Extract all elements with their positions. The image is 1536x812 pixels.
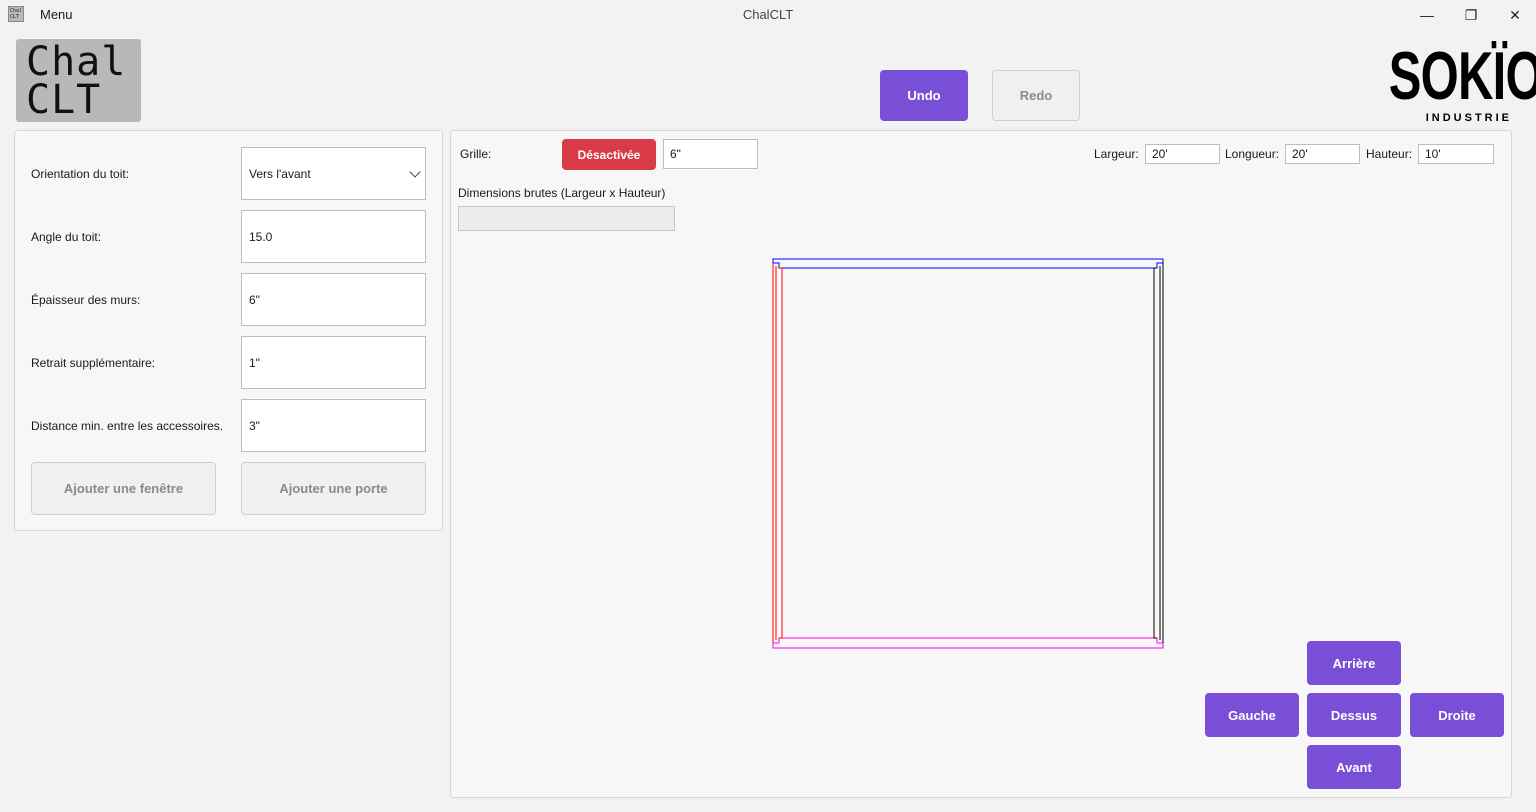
add-door-button[interactable]: Ajouter une porte: [241, 462, 426, 515]
left-wall[interactable]: [772, 263, 783, 643]
settings-panel: Orientation du toit: Vers l'avant Angle …: [14, 130, 443, 531]
title-bar: Chal CLT Menu ChalCLT — ❐ ✕: [0, 0, 1536, 30]
minimize-icon[interactable]: —: [1404, 0, 1450, 30]
view-top-button[interactable]: Dessus: [1307, 693, 1401, 737]
close-icon[interactable]: ✕: [1492, 0, 1536, 30]
view-back-button[interactable]: Arrière: [1307, 641, 1401, 685]
view-right-button[interactable]: Droite: [1410, 693, 1504, 737]
menu-button[interactable]: Menu: [40, 7, 73, 22]
min-distance-input[interactable]: 3": [241, 399, 426, 452]
redo-button[interactable]: Redo: [992, 70, 1080, 121]
length-input[interactable]: 20': [1285, 144, 1360, 164]
raw-dimensions-field[interactable]: [458, 206, 675, 231]
front-wall[interactable]: [772, 637, 1164, 649]
height-input[interactable]: 10': [1418, 144, 1494, 164]
sokio-subtitle: INDUSTRIE: [1425, 112, 1512, 124]
chalclt-logo: Chal CLT: [16, 39, 141, 122]
roof-orientation-label: Orientation du toit:: [31, 167, 130, 181]
back-wall[interactable]: [772, 258, 1164, 269]
main-panel: Grille: Désactivée 6" Largeur: 20' Longu…: [450, 130, 1512, 798]
right-wall[interactable]: [1153, 263, 1164, 643]
grid-size-input[interactable]: 6": [663, 139, 758, 169]
roof-angle-label: Angle du toit:: [31, 230, 102, 244]
grid-toggle-button[interactable]: Désactivée: [562, 139, 656, 170]
floor-plan-canvas[interactable]: [771, 257, 1167, 651]
sokio-wordmark: SOKÏO: [1388, 38, 1536, 114]
add-window-button[interactable]: Ajouter une fenêtre: [31, 462, 216, 515]
extra-offset-input[interactable]: 1": [241, 336, 426, 389]
logo-line-1: Chal: [26, 39, 127, 85]
logo-line-2: CLT: [26, 77, 102, 122]
roof-orientation-select[interactable]: Vers l'avant: [241, 147, 426, 200]
wall-thickness-label: Épaisseur des murs:: [31, 293, 141, 307]
wall-thickness-input[interactable]: 6": [241, 273, 426, 326]
width-input[interactable]: 20': [1145, 144, 1220, 164]
extra-offset-label: Retrait supplémentaire:: [31, 356, 156, 370]
min-distance-label: Distance min. entre les accessoires.: [31, 419, 224, 433]
sokio-logo: SOKÏO INDUSTRIE: [1368, 38, 1536, 126]
maximize-icon[interactable]: ❐: [1448, 0, 1494, 30]
view-left-button[interactable]: Gauche: [1205, 693, 1299, 737]
window-title: ChalCLT: [742, 7, 794, 22]
length-label: Longueur:: [1225, 147, 1280, 161]
roof-angle-input[interactable]: 15.0: [241, 210, 426, 263]
grid-label: Grille:: [460, 147, 492, 161]
view-front-button[interactable]: Avant: [1307, 745, 1401, 789]
width-label: Largeur:: [1094, 147, 1139, 161]
roof-orientation-value: Vers l'avant: [249, 166, 311, 181]
chevron-down-icon: [409, 166, 421, 178]
raw-dimensions-label: Dimensions brutes (Largeur x Hauteur): [458, 186, 666, 200]
height-label: Hauteur:: [1366, 147, 1413, 161]
app-icon: Chal CLT: [8, 6, 24, 22]
undo-button[interactable]: Undo: [880, 70, 968, 121]
